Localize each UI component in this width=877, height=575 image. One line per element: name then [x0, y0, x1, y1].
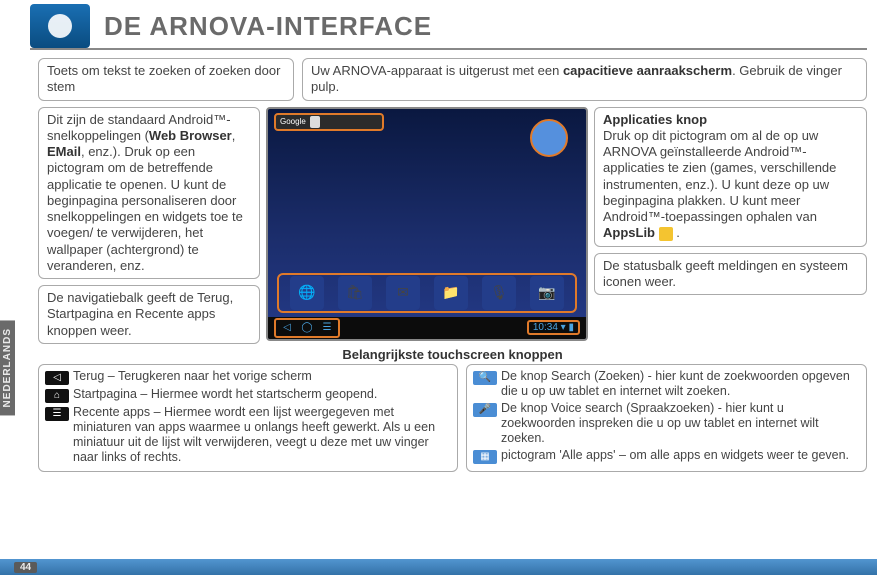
page-number: 44	[14, 562, 37, 573]
nav-buttons[interactable]: ◁ ◯ ☰	[274, 318, 340, 338]
app-dock: 🌐 🛍 ✉ 📁 🎙 📷	[277, 273, 577, 313]
callout-shortcuts: Dit zijn de standaard Android™-snelkoppe…	[38, 107, 260, 280]
callout-search-hint: Toets om tekst te zoeken of zoeken door …	[38, 58, 294, 101]
page-header: DE ARNOVA-INTERFACE	[30, 0, 867, 50]
page-footer	[0, 559, 877, 575]
app-appslib[interactable]: 🛍	[338, 276, 372, 310]
allapps-button-icon: ▦	[473, 450, 497, 464]
page-title: DE ARNOVA-INTERFACE	[104, 11, 432, 42]
recent-button-icon: ☰	[45, 407, 69, 421]
back-button-icon: ◁	[45, 371, 69, 385]
callout-navbar: De navigatiebalk geeft de Terug, Startpa…	[38, 285, 260, 344]
app-files[interactable]: 📁	[434, 276, 468, 310]
app-soundrec[interactable]: 🎙	[482, 276, 516, 310]
home-button-icon: ⌂	[45, 389, 69, 403]
appslib-icon	[659, 227, 673, 241]
language-tab: NEDERLANDS	[0, 320, 15, 415]
callout-touchscreen: Uw ARNOVA-apparaat is uitgerust met een …	[302, 58, 867, 101]
google-label: Google	[280, 117, 306, 126]
back-icon[interactable]: ◁	[280, 321, 294, 335]
touch-icon	[30, 4, 90, 48]
buttons-list-right: 🔍De knop Search (Zoeken) - hier kunt de …	[466, 364, 867, 472]
status-icons[interactable]: 10:34 ▾ ▮	[527, 320, 580, 335]
voice-button-icon: 🎤	[473, 403, 497, 417]
callout-statusbar: De statusbalk geeft meldingen en systeem…	[594, 253, 867, 296]
search-button-icon: 🔍	[473, 371, 497, 385]
search-bar[interactable]: Google	[274, 113, 384, 131]
sub-heading: Belangrijkste touchscreen knoppen	[38, 347, 867, 362]
mic-icon[interactable]	[310, 116, 320, 128]
clock: 10:34	[533, 322, 558, 333]
status-bar: ◁ ◯ ☰ 10:34 ▾ ▮	[268, 317, 586, 339]
app-email[interactable]: ✉	[386, 276, 420, 310]
app-camera[interactable]: 📷	[530, 276, 564, 310]
buttons-list-left: ◁Terug – Terugkeren naar het vorige sche…	[38, 364, 458, 472]
callout-apps-button: Applicaties knop Druk op dit pictogram o…	[594, 107, 867, 247]
app-browser[interactable]: 🌐	[290, 276, 324, 310]
recent-icon[interactable]: ☰	[320, 321, 334, 335]
device-screenshot: Google 🌐 🛍 ✉ 📁 🎙 📷 ◁ ◯ ☰	[266, 107, 588, 341]
home-icon[interactable]: ◯	[300, 321, 314, 335]
